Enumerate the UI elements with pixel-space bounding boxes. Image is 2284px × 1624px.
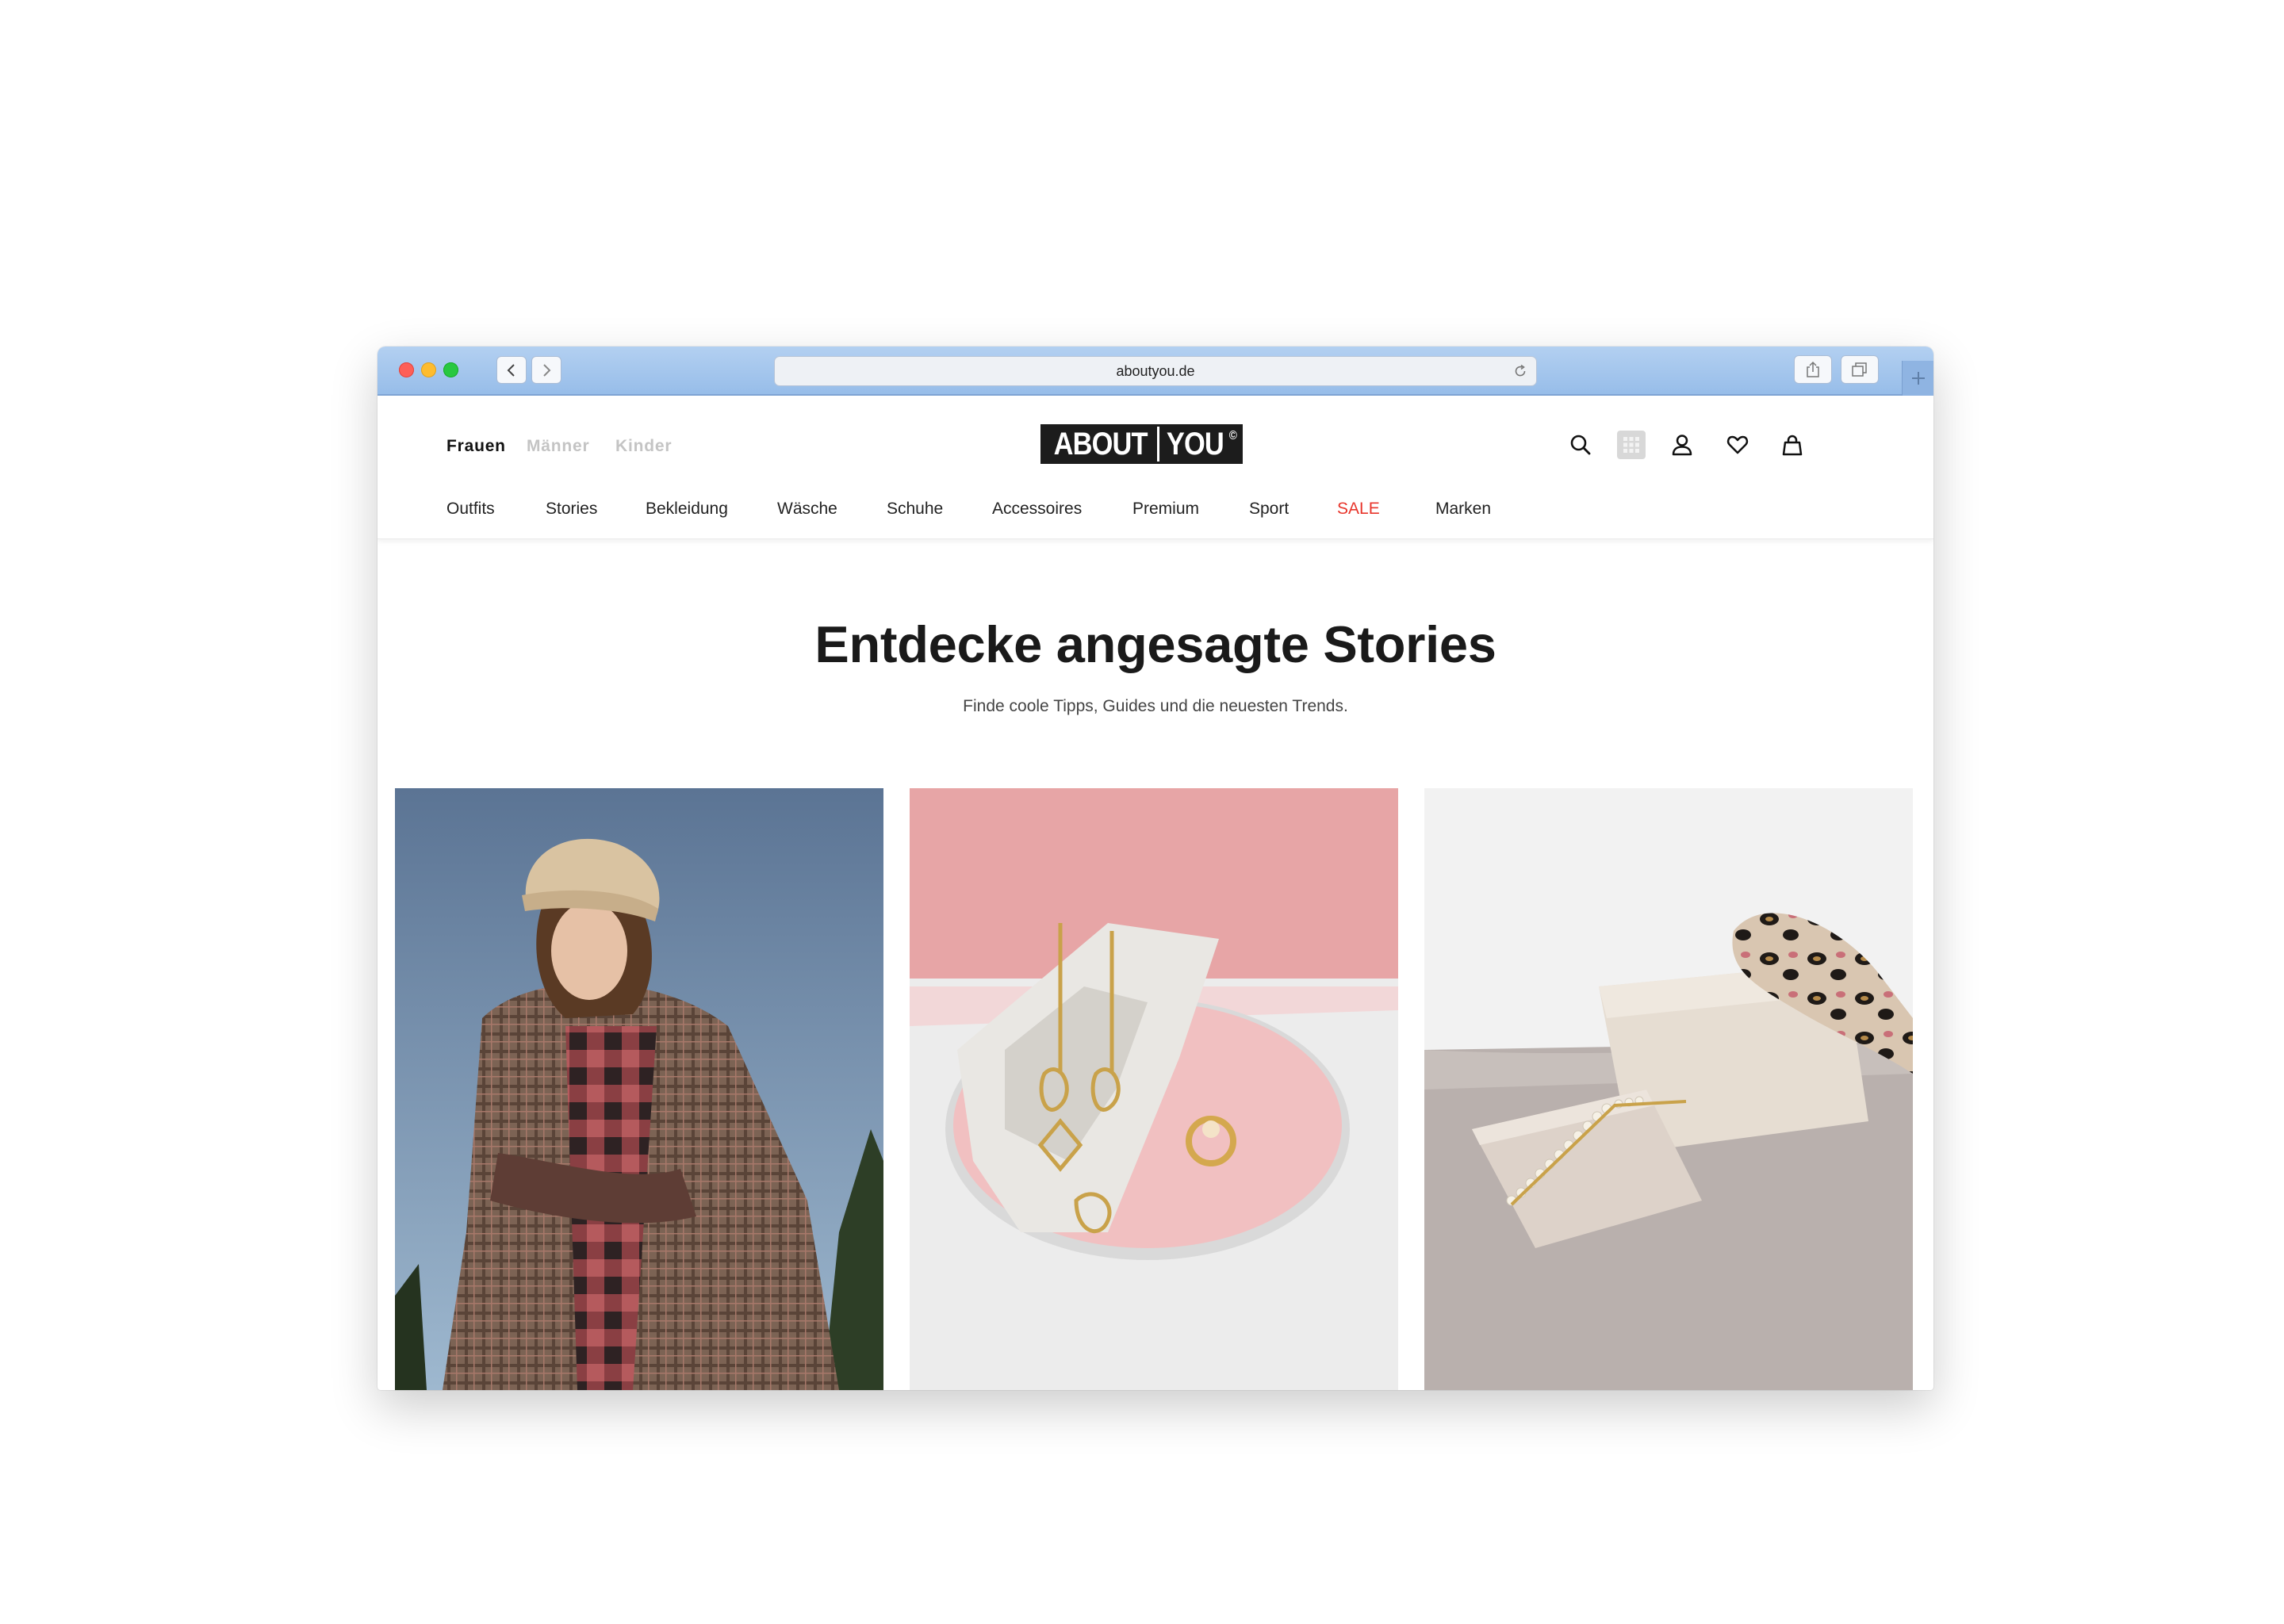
story-card-1[interactable] [395, 788, 883, 1390]
account-button[interactable] [1668, 431, 1696, 459]
show-tabs-button[interactable] [1841, 355, 1879, 384]
close-window-button[interactable] [399, 362, 414, 377]
gender-tab-frauen[interactable]: Frauen [446, 437, 506, 456]
story-image-woman-beanie [395, 788, 883, 1390]
cart-button[interactable] [1778, 431, 1807, 459]
story-image-pearl-hairclip [1424, 788, 1913, 1390]
back-button[interactable] [496, 356, 527, 384]
page-subtitle: Finde coole Tipps, Guides und die neuest… [963, 697, 1348, 715]
nav-schuhe[interactable]: Schuhe [887, 500, 943, 519]
tabs-icon [1852, 362, 1867, 377]
nav-stories[interactable]: Stories [546, 500, 597, 519]
chevron-right-icon [543, 363, 551, 377]
wishlist-button[interactable] [1723, 431, 1752, 459]
new-tab-button[interactable] [1902, 361, 1933, 396]
chevron-left-icon [507, 363, 515, 377]
about-you-logo[interactable]: ABOUT YOU © [1040, 424, 1243, 464]
gender-tab-kinder[interactable]: Kinder [615, 437, 672, 456]
logo-mark: © [1228, 429, 1237, 442]
shopping-bag-icon [1782, 435, 1803, 456]
search-icon [1570, 435, 1591, 455]
site-header: Frauen Männer Kinder ABOUT YOU © Outfits… [377, 396, 1933, 539]
apps-grid-icon [1617, 431, 1646, 459]
forward-button[interactable] [531, 356, 561, 384]
address-bar[interactable]: aboutyou.de [774, 356, 1537, 386]
apps-grid-button[interactable] [1617, 431, 1646, 459]
share-button[interactable] [1794, 355, 1832, 384]
story-card-3[interactable] [1424, 788, 1913, 1390]
minimize-window-button[interactable] [421, 362, 436, 377]
nav-sale[interactable]: SALE [1337, 500, 1380, 519]
search-button[interactable] [1566, 431, 1595, 459]
story-image-gold-jewelry [910, 788, 1398, 1390]
gender-tab-maenner[interactable]: Männer [527, 437, 589, 456]
story-card-2[interactable] [910, 788, 1398, 1390]
plus-icon [1912, 372, 1925, 385]
share-icon [1807, 361, 1819, 377]
browser-toolbar: aboutyou.de [377, 347, 1933, 396]
page-title: Entdecke angesagte Stories [814, 615, 1496, 673]
url-text: aboutyou.de [1116, 363, 1195, 379]
nav-sport[interactable]: Sport [1249, 500, 1289, 519]
logo-text-about: ABOUT [1053, 427, 1148, 462]
account-icon [1672, 435, 1692, 456]
nav-waesche[interactable]: Wäsche [777, 500, 837, 519]
wishlist-heart-icon [1726, 435, 1749, 454]
reload-icon[interactable] [1512, 363, 1528, 379]
logo-divider [1157, 427, 1160, 462]
browser-window: aboutyou.de Frauen Männer Kinder ABOUT Y… [377, 347, 1933, 1390]
logo-text-you: YOU [1167, 427, 1224, 462]
nav-premium[interactable]: Premium [1132, 500, 1199, 519]
zoom-window-button[interactable] [443, 362, 458, 377]
nav-accessoires[interactable]: Accessoires [992, 500, 1082, 519]
nav-outfits[interactable]: Outfits [446, 500, 495, 519]
nav-marken[interactable]: Marken [1435, 500, 1491, 519]
nav-bekleidung[interactable]: Bekleidung [646, 500, 728, 519]
